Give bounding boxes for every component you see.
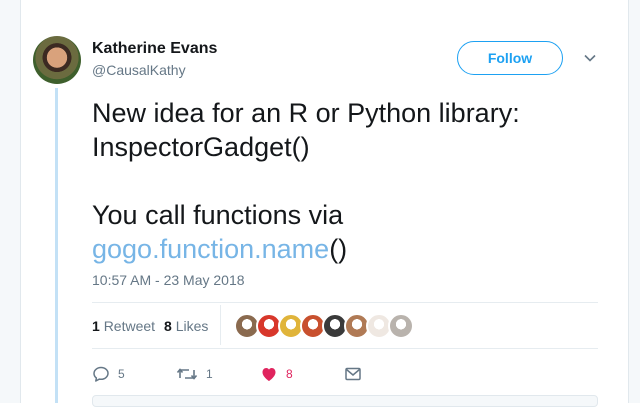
tweet-card-left-border: [20, 0, 21, 403]
reply-icon: [92, 365, 110, 383]
author-avatar[interactable]: [33, 36, 81, 84]
like-button[interactable]: 8: [260, 365, 344, 383]
tweet-link-suffix: (): [329, 234, 348, 264]
tweet-timestamp[interactable]: 10:57 AM - 23 May 2018: [92, 272, 245, 288]
likes-stat-label: Likes: [175, 318, 209, 334]
like-count: 8: [286, 367, 293, 381]
retweet-stat-label: Retweet: [103, 318, 156, 334]
tweet-link[interactable]: gogo.function.name: [92, 234, 329, 264]
retweet-stat[interactable]: 1 Retweet: [92, 318, 155, 334]
window-left-margin: [0, 0, 20, 403]
tweet-stats: 1 Retweet 8 Likes: [92, 318, 208, 334]
stats-bottom-divider: [92, 348, 598, 349]
tweet-text: New idea for an R or Python library: Ins…: [92, 96, 592, 266]
chevron-down-icon[interactable]: [582, 50, 598, 66]
retweet-button[interactable]: 1: [176, 365, 260, 383]
direct-message-button[interactable]: [344, 365, 428, 383]
reply-count: 5: [118, 367, 125, 381]
tweet-line-2: InspectorGadget(): [92, 132, 310, 162]
author-name[interactable]: Katherine Evans: [92, 40, 217, 58]
envelope-icon: [344, 365, 362, 383]
stats-top-divider: [92, 302, 598, 303]
avatar-cartoon-gray-icon[interactable]: [388, 313, 414, 339]
thread-line: [55, 88, 58, 403]
retweet-count: 1: [92, 318, 100, 334]
reply-compose-box[interactable]: [92, 395, 598, 407]
follow-button[interactable]: Follow: [457, 41, 563, 75]
tweet-line-4: gogo.function.name(): [92, 232, 592, 266]
author-handle[interactable]: @CausalKathy: [92, 62, 186, 78]
likes-stat[interactable]: 8 Likes: [164, 318, 208, 334]
tweet-line-3: You call functions via: [92, 200, 344, 230]
liker-avatars: [234, 313, 414, 339]
reply-button[interactable]: 5: [92, 365, 176, 383]
window-right-margin: [629, 0, 640, 403]
tweet-line-1: New idea for an R or Python library:: [92, 98, 520, 128]
retweet-icon: [176, 365, 198, 383]
retweet-action-count: 1: [206, 367, 213, 381]
stats-separator: [220, 305, 221, 345]
likes-count: 8: [164, 318, 172, 334]
heart-icon: [260, 365, 278, 383]
tweet-actions: 5 1 8: [92, 362, 428, 386]
